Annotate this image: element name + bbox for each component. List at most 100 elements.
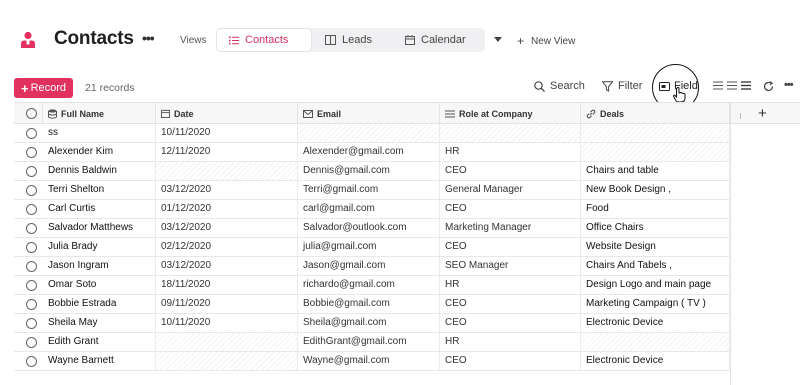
email-cell[interactable]: Sheila@gmail.com	[298, 314, 440, 332]
row-checkbox[interactable]	[26, 128, 37, 139]
tab-contacts[interactable]: Contacts	[216, 28, 312, 52]
email-cell[interactable]: Jason@gmail.com	[298, 257, 440, 275]
deals-cell[interactable]: Electronic Device	[581, 314, 730, 332]
role-cell[interactable]: HR	[440, 276, 581, 294]
deals-cell[interactable]	[581, 333, 730, 351]
role-cell[interactable]: CEO	[440, 200, 581, 218]
role-cell[interactable]: SEO Manager	[440, 257, 581, 275]
refresh-icon[interactable]	[763, 81, 774, 92]
search-button[interactable]: Search	[534, 80, 585, 92]
full-name-cell[interactable]: ss	[43, 124, 156, 142]
table-row[interactable]: Terri Shelton 03/12/2020 Terri@gmail.com Ge…	[14, 181, 730, 200]
column-header-full-name[interactable]: Full Name	[43, 103, 156, 124]
date-cell[interactable]	[156, 162, 298, 180]
email-cell[interactable]: Salvador@outlook.com	[298, 219, 440, 237]
select-all-cell[interactable]	[14, 103, 43, 124]
more-options-icon[interactable]: •••	[784, 79, 794, 91]
row-checkbox[interactable]	[26, 318, 37, 329]
row-height-large-icon[interactable]	[741, 81, 751, 90]
role-cell[interactable]	[440, 124, 581, 142]
table-row[interactable]: Sheila May 10/11/2020 Sheila@gmail.com CEO E…	[14, 314, 730, 333]
full-name-cell[interactable]: Terri Shelton	[43, 181, 156, 199]
deals-cell[interactable]: Marketing Campaign ( TV )	[581, 295, 730, 313]
email-cell[interactable]: Wayne@gmail.com	[298, 352, 440, 370]
full-name-cell[interactable]: Wayne Barnett	[43, 352, 156, 370]
add-record-button[interactable]: + Record	[14, 78, 73, 98]
table-row[interactable]: Julia Brady 02/12/2020 julia@gmail.com CEO W…	[14, 238, 730, 257]
email-cell[interactable]	[298, 124, 440, 142]
table-row[interactable]: Jason Ingram 03/12/2020 Jason@gmail.com SEO…	[14, 257, 730, 276]
row-height-small-icon[interactable]	[713, 81, 723, 90]
row-checkbox[interactable]	[26, 356, 37, 367]
row-checkbox[interactable]	[26, 204, 37, 215]
add-column-button[interactable]: +	[758, 105, 767, 122]
role-cell[interactable]: CEO	[440, 238, 581, 256]
deals-cell[interactable]: Website Design	[581, 238, 730, 256]
deals-cell[interactable]: Design Logo and main page	[581, 276, 730, 294]
full-name-cell[interactable]: Salvador Matthews	[43, 219, 156, 237]
row-checkbox[interactable]	[26, 299, 37, 310]
table-row[interactable]: Carl Curtis 01/12/2020 carl@gmail.com CEO Fo…	[14, 200, 730, 219]
filter-button[interactable]: Filter	[602, 80, 642, 92]
table-row[interactable]: Wayne Barnett Wayne@gmail.com CEO Electroni…	[14, 352, 730, 371]
full-name-cell[interactable]: Edith Grant	[43, 333, 156, 351]
date-cell[interactable]: 02/12/2020	[156, 238, 298, 256]
email-cell[interactable]: julia@gmail.com	[298, 238, 440, 256]
column-header-role[interactable]: Role at Company	[440, 103, 581, 124]
row-checkbox[interactable]	[26, 337, 37, 348]
tab-calendar[interactable]: Calendar	[393, 28, 485, 52]
row-checkbox[interactable]	[26, 223, 37, 234]
deals-cell[interactable]: New Book Design ,	[581, 181, 730, 199]
row-checkbox[interactable]	[26, 280, 37, 291]
full-name-cell[interactable]: Jason Ingram	[43, 257, 156, 275]
date-cell[interactable]: 03/12/2020	[156, 257, 298, 275]
row-checkbox[interactable]	[26, 185, 37, 196]
role-cell[interactable]: HR	[440, 333, 581, 351]
more-options-icon[interactable]: •••	[142, 30, 155, 46]
role-cell[interactable]: HR	[440, 143, 581, 161]
column-header-deals[interactable]: Deals	[581, 103, 730, 124]
email-cell[interactable]: carl@gmail.com	[298, 200, 440, 218]
deals-cell[interactable]	[581, 143, 730, 161]
deals-cell[interactable]: Food	[581, 200, 730, 218]
deals-cell[interactable]: Chairs And Tabels ,	[581, 257, 730, 275]
row-checkbox[interactable]	[26, 261, 37, 272]
email-cell[interactable]: Bobbie@gmail.com	[298, 295, 440, 313]
row-checkbox[interactable]	[26, 166, 37, 177]
date-cell[interactable]: 10/11/2020	[156, 124, 298, 142]
role-cell[interactable]: CEO	[440, 352, 581, 370]
table-row[interactable]: Alexender Kim 12/11/2020 Alexender@gmail.c…	[14, 143, 730, 162]
email-cell[interactable]: Dennis@gmail.com	[298, 162, 440, 180]
role-cell[interactable]: CEO	[440, 295, 581, 313]
date-cell[interactable]: 03/12/2020	[156, 219, 298, 237]
date-cell[interactable]	[156, 352, 298, 370]
date-cell[interactable]: 03/12/2020	[156, 181, 298, 199]
role-cell[interactable]: Marketing Manager	[440, 219, 581, 237]
full-name-cell[interactable]: Alexender Kim	[43, 143, 156, 161]
full-name-cell[interactable]: Carl Curtis	[43, 200, 156, 218]
role-cell[interactable]: General Manager	[440, 181, 581, 199]
deals-cell[interactable]: Office Chairs	[581, 219, 730, 237]
table-row[interactable]: Bobbie Estrada 09/11/2020 Bobbie@gmail.com…	[14, 295, 730, 314]
deals-cell[interactable]: Electronic Device	[581, 352, 730, 370]
date-cell[interactable]: 10/11/2020	[156, 314, 298, 332]
role-cell[interactable]: CEO	[440, 314, 581, 332]
select-all-checkbox[interactable]	[26, 108, 37, 119]
column-header-email[interactable]: Email	[298, 103, 440, 124]
chevron-down-icon[interactable]	[494, 37, 502, 42]
table-row[interactable]: Salvador Matthews 03/12/2020 Salvador@outl…	[14, 219, 730, 238]
email-cell[interactable]: EdithGrant@gmail.com	[298, 333, 440, 351]
date-cell[interactable]: 12/11/2020	[156, 143, 298, 161]
date-cell[interactable]: 01/12/2020	[156, 200, 298, 218]
table-row[interactable]: Dennis Baldwin Dennis@gmail.com CEO Chairs …	[14, 162, 730, 181]
column-header-date[interactable]: Date	[156, 103, 298, 124]
full-name-cell[interactable]: Dennis Baldwin	[43, 162, 156, 180]
tab-leads[interactable]: Leads	[313, 28, 393, 52]
full-name-cell[interactable]: Julia Brady	[43, 238, 156, 256]
deals-cell[interactable]: Chairs and table	[581, 162, 730, 180]
new-view-button[interactable]: + New View	[517, 34, 575, 48]
row-checkbox[interactable]	[26, 147, 37, 158]
email-cell[interactable]: richardo@gmail.com	[298, 276, 440, 294]
table-row[interactable]: ss 10/11/2020	[14, 124, 730, 143]
email-cell[interactable]: Terri@gmail.com	[298, 181, 440, 199]
